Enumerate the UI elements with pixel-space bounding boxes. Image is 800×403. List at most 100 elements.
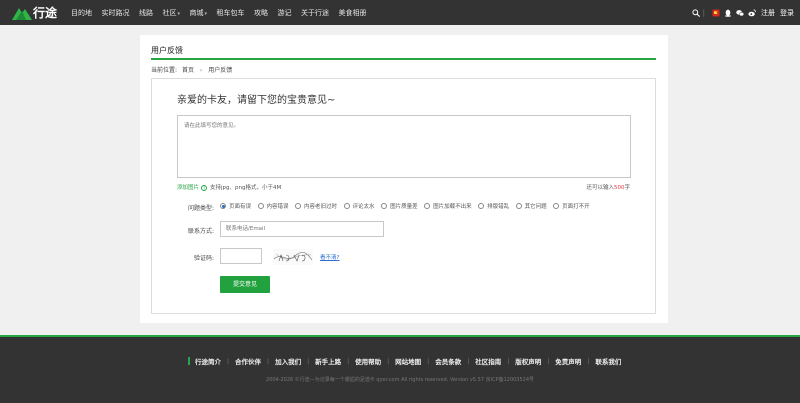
nav-link[interactable]: 线路 (139, 8, 153, 18)
submit-button[interactable]: 提交意见 (220, 276, 270, 293)
breadcrumb-prefix: 当前位置: (151, 67, 178, 74)
nav-link[interactable]: 游记 (278, 8, 292, 18)
radio-label: 页面有误 (229, 204, 252, 210)
captcha-refresh-link[interactable]: 看不清? (320, 253, 339, 261)
nav-link-label: 实时路况 (101, 8, 130, 17)
nav-divider: | (702, 8, 705, 17)
problem-type-option[interactable]: 图片加载不出来 (424, 202, 472, 210)
nav-link[interactable]: 美食相册 (339, 8, 367, 18)
qq-icon[interactable] (724, 9, 732, 17)
nav-link[interactable]: 社区▾ (163, 8, 181, 18)
problem-type-option[interactable]: 页面打不开 (553, 202, 590, 210)
breadcrumb: 当前位置: 首页 › 用户反馈 (151, 65, 232, 74)
radio-button[interactable] (295, 203, 302, 209)
chevron-right-icon: › (199, 67, 203, 74)
problem-type-option[interactable]: 图片质量差 (381, 202, 418, 210)
footer-link[interactable]: 加入我们 (275, 356, 301, 366)
footer-links: 行途简介 | 合作伙伴 | 加入我们 | 新手上路 | 使用帮助 | 网站地图 | 会员条款 | 社区指南 |… (188, 356, 621, 366)
nav-link-label: 关于行途 (301, 8, 330, 17)
footer-separator: | (307, 357, 310, 365)
chevron-down-icon: ▾ (204, 10, 208, 17)
footer-link[interactable]: 免责声明 (555, 356, 581, 366)
contact-input[interactable] (220, 221, 384, 237)
feedback-panel: 用户反馈 当前位置: 首页 › 用户反馈 亲爱的卡友，请留下您的宝贵意见~ 添加… (140, 35, 668, 323)
footer-link[interactable]: 合作伙伴 (235, 356, 261, 366)
captcha-label: 验证码: (193, 255, 214, 262)
nav-link-label: 线路 (139, 8, 153, 17)
footer-link[interactable]: 使用帮助 (355, 356, 381, 366)
footer-link[interactable]: 会员条款 (435, 356, 461, 366)
radio-button[interactable] (553, 203, 560, 209)
footer-link[interactable]: 新手上路 (315, 356, 341, 366)
footer-separator: | (587, 357, 590, 365)
weibo-icon[interactable] (748, 8, 756, 17)
footer-link[interactable]: 联系我们 (595, 356, 621, 366)
add-image-link[interactable]: 添加图片 (177, 185, 199, 191)
radio-label: 页面打不开 (562, 204, 590, 210)
radio-button[interactable] (257, 203, 264, 209)
logo-text: 行途 (33, 6, 58, 20)
radio-label: 其它问题 (524, 204, 547, 210)
wechat-icon[interactable] (736, 9, 745, 17)
login-link[interactable]: 登录 (780, 8, 794, 18)
footer: 行途简介 | 合作伙伴 | 加入我们 | 新手上路 | 使用帮助 | 网站地图 | 会员条款 | 社区指南 |… (0, 335, 800, 403)
nav-link[interactable]: 攻略 (254, 8, 268, 18)
breadcrumb-current: 用户反馈 (208, 67, 233, 74)
problem-type-option[interactable]: 排版错乱 (478, 202, 509, 210)
char-limit: 还可以输入500字 (586, 183, 630, 191)
flag-icon[interactable] (712, 9, 720, 17)
nav-link-label: 租车包车 (216, 8, 245, 17)
radio-button[interactable] (343, 203, 350, 209)
upload-hint: 支持jpg、png格式，小于4M (210, 185, 282, 191)
problem-type-label: 问题类型: (187, 205, 214, 212)
radio-button[interactable] (424, 203, 431, 209)
radio-label: 排版错乱 (487, 204, 510, 210)
chevron-down-icon: ▾ (177, 10, 181, 17)
feedback-textarea[interactable] (177, 115, 631, 178)
nav-link-label: 商城 (189, 8, 204, 17)
nav-link[interactable]: 商城▾ (190, 8, 208, 18)
nav-link-label: 攻略 (254, 8, 269, 17)
nav-link[interactable]: 目的地 (71, 8, 92, 18)
register-link[interactable]: 注册 (761, 8, 775, 18)
problem-type-option[interactable]: 评论太水 (343, 202, 375, 210)
nav-link-label: 目的地 (71, 8, 92, 17)
footer-accent-bar (188, 357, 190, 365)
radio-button[interactable] (515, 203, 522, 209)
footer-separator: | (547, 357, 550, 365)
main-nav: 目的地 实时路况 线路 社区▾ 商城▾ 租车包车 攻略 游记 关于行途 美食相册 (71, 0, 376, 25)
footer-separator: | (347, 357, 350, 365)
problem-type-option[interactable]: 内容老旧过时 (295, 202, 337, 210)
footer-separator: | (387, 357, 390, 365)
captcha-image[interactable] (273, 249, 313, 265)
radio-button[interactable] (220, 203, 226, 209)
footer-link[interactable]: 网站地图 (395, 356, 421, 366)
limit-count: 500 (613, 185, 625, 191)
feedback-form: 亲爱的卡友，请留下您的宝贵意见~ 添加图片?支持jpg、png格式，小于4M 还… (151, 78, 656, 314)
breadcrumb-home[interactable]: 首页 (182, 67, 194, 74)
nav-link-label: 社区 (162, 8, 177, 17)
problem-type-option[interactable]: 内容错误 (257, 202, 289, 210)
radio-button[interactable] (478, 203, 485, 209)
help-icon[interactable]: ? (201, 184, 208, 191)
nav-link[interactable]: 租车包车 (217, 8, 245, 18)
footer-separator: | (267, 357, 270, 365)
nav-right-tools: | 注册 登录 (688, 0, 794, 25)
problem-type-group: 页面有误 内容错误 内容老旧过时 评论太水 图片质量差 图片加载不出来 排版错乱 其它问题 页面… (220, 202, 596, 210)
captcha-input[interactable] (220, 248, 262, 264)
footer-link[interactable]: 社区指南 (475, 356, 501, 366)
footer-separator: | (227, 357, 230, 365)
footer-link[interactable]: 版权声明 (515, 356, 541, 366)
radio-label: 图片加载不出来 (433, 204, 472, 210)
page-title: 用户反馈 (151, 46, 183, 55)
nav-link[interactable]: 实时路况 (102, 8, 130, 18)
radio-button[interactable] (381, 203, 388, 209)
nav-link[interactable]: 关于行途 (301, 8, 329, 18)
mountain-logo-icon (12, 8, 32, 20)
form-heading: 亲爱的卡友，请留下您的宝贵意见~ (177, 95, 336, 106)
search-icon[interactable] (692, 8, 700, 17)
site-logo[interactable]: 行途 (12, 4, 57, 21)
footer-link[interactable]: 行途简介 (195, 356, 221, 366)
problem-type-option[interactable]: 其它问题 (515, 202, 547, 210)
problem-type-option[interactable]: 页面有误 (220, 202, 251, 210)
